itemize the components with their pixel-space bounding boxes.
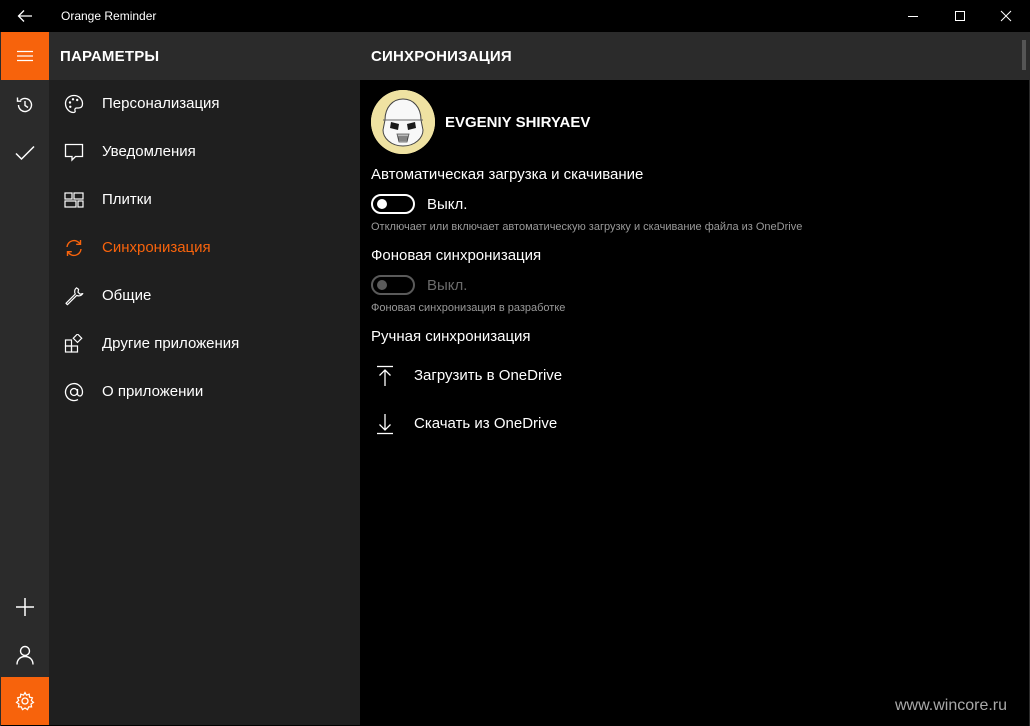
page-title: СИНХРОНИЗАЦИЯ (371, 48, 512, 65)
gear-icon (15, 691, 35, 711)
toggle-knob (377, 199, 387, 209)
download-onedrive-label: Скачать из OneDrive (414, 415, 558, 432)
checkmark-icon (15, 145, 35, 161)
upload-icon (375, 364, 395, 388)
upload-onedrive-button[interactable]: Загрузить в OneDrive (371, 358, 671, 394)
auto-sync-hint: Отключает или включает автоматическую за… (371, 221, 803, 233)
wrench-icon (62, 284, 86, 308)
history-icon (16, 97, 33, 113)
settings-item-label: Синхронизация (102, 239, 211, 256)
settings-item-label: О приложении (102, 383, 204, 400)
app-title: Orange Reminder (61, 9, 157, 23)
settings-item-label: Персонализация (102, 95, 220, 112)
settings-item-tiles[interactable]: Плитки (49, 176, 360, 224)
manual-sync-title: Ручная синхронизация (371, 328, 531, 345)
minimize-icon (908, 16, 918, 17)
settings-pane-title: ПАРАМЕТРЫ (60, 48, 160, 65)
plus-icon (16, 598, 34, 616)
settings-item-label: Другие приложения (102, 335, 240, 352)
back-button[interactable] (8, 2, 42, 30)
toggle-knob (377, 280, 387, 290)
hamburger-menu-icon (17, 50, 33, 62)
notification-icon (62, 140, 86, 164)
settings-pane-header: ПАРАМЕТРЫ (49, 32, 360, 80)
title-bar: Orange Reminder (0, 0, 1030, 32)
background-sync-toggle-label: Выкл. (427, 277, 468, 294)
upload-onedrive-label: Загрузить в OneDrive (414, 367, 563, 384)
settings-item-about[interactable]: О приложении (49, 368, 360, 416)
watermark: www.wincore.ru (895, 697, 1008, 714)
download-onedrive-button[interactable]: Скачать из OneDrive (371, 406, 671, 442)
history-button[interactable] (1, 81, 49, 129)
auto-sync-toggle[interactable] (371, 194, 415, 214)
auto-sync-toggle-label: Выкл. (427, 196, 468, 213)
background-sync-hint: Фоновая синхронизация в разработке (371, 302, 566, 314)
settings-item-sync[interactable]: Синхронизация (49, 224, 360, 272)
content-header: СИНХРОНИЗАЦИЯ (360, 32, 1029, 80)
settings-item-label: Уведомления (102, 143, 196, 160)
auto-sync-title: Автоматическая загрузка и скачивание (371, 166, 644, 183)
scrollbar-thumb[interactable] (1022, 40, 1026, 70)
tiles-icon (62, 188, 86, 212)
background-sync-title: Фоновая синхронизация (371, 247, 542, 264)
settings-item-other-apps[interactable]: Другие приложения (49, 320, 360, 368)
maximize-button[interactable] (937, 0, 983, 32)
close-icon (1000, 10, 1012, 22)
palette-icon (62, 92, 86, 116)
nav-rail (1, 32, 49, 725)
settings-item-personalization[interactable]: Персонализация (49, 80, 360, 128)
background-sync-toggle[interactable] (371, 275, 415, 295)
settings-item-label: Плитки (102, 191, 152, 208)
completed-button[interactable] (1, 129, 49, 177)
sync-icon (62, 236, 86, 260)
settings-item-notifications[interactable]: Уведомления (49, 128, 360, 176)
person-icon (16, 645, 34, 665)
at-icon (62, 380, 86, 404)
hamburger-menu-button[interactable] (1, 32, 49, 80)
settings-pane: ПАРАМЕТРЫ Персонализация Уведомления Пли… (49, 32, 360, 725)
avatar (371, 90, 435, 154)
download-icon (375, 412, 395, 436)
close-button[interactable] (983, 0, 1029, 32)
back-arrow-icon (17, 10, 32, 22)
user-name: EVGENIY SHIRYAEV (445, 114, 591, 131)
settings-item-label: Общие (102, 287, 152, 304)
account-button[interactable] (1, 631, 49, 679)
settings-item-general[interactable]: Общие (49, 272, 360, 320)
add-button[interactable] (1, 583, 49, 631)
maximize-icon (955, 11, 965, 21)
settings-button[interactable] (1, 677, 49, 725)
apps-icon (62, 332, 86, 356)
minimize-button[interactable] (890, 0, 936, 32)
